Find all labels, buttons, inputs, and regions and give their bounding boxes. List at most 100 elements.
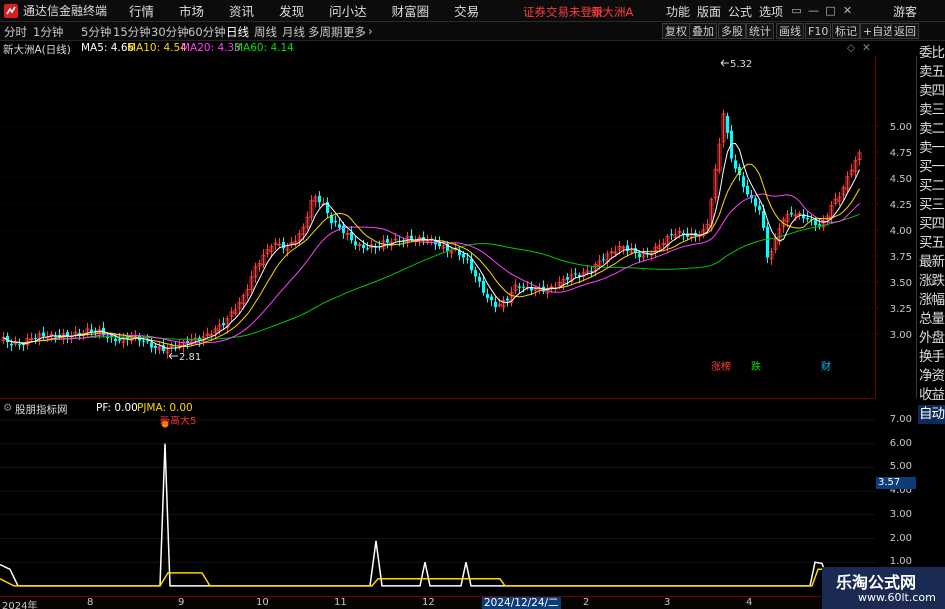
candle: [366, 248, 369, 250]
indicator-tick: 5.00: [889, 461, 912, 473]
tag-cai[interactable]: 财: [821, 360, 831, 373]
sidebar-item-9[interactable]: 买四: [918, 215, 945, 234]
menu-hangqing[interactable]: 行情: [129, 1, 154, 20]
current-indicator-value: 3.57: [876, 477, 916, 489]
date-label-2024: 2024年: [2, 601, 38, 609]
candle: [742, 176, 745, 187]
close-chart-icon[interactable]: ✕: [862, 42, 871, 54]
panel-divider[interactable]: [0, 398, 875, 399]
sidebar-item-2[interactable]: 卖四: [918, 82, 945, 101]
period-30min[interactable]: 30分钟: [151, 24, 189, 40]
btn-huaxian[interactable]: 画线: [776, 23, 804, 39]
candle: [518, 286, 521, 288]
menu-gongneng[interactable]: 功能: [666, 3, 690, 20]
period-5min[interactable]: 5分钟: [81, 24, 111, 40]
indicator-info-bar: ⚙ 股朋指标网 PF: 0.00 PJMA: 0.00: [0, 401, 875, 416]
menu-caifuquan[interactable]: 财富圈: [392, 1, 430, 20]
tag-die[interactable]: 跌: [751, 360, 761, 373]
period-more[interactable]: 更多: [343, 24, 366, 40]
candlesticks: [1, 109, 862, 359]
sidebar-item-8[interactable]: 买三: [918, 196, 945, 215]
period-1min[interactable]: 1分钟: [33, 24, 63, 40]
menu-banmian[interactable]: 版面: [697, 3, 721, 20]
menu-wenxiaoda[interactable]: 问小达: [329, 1, 367, 20]
restore-icon[interactable]: —: [805, 2, 822, 19]
close-icon[interactable]: ✕: [839, 2, 856, 19]
sidebar-item-11[interactable]: 最新: [918, 253, 945, 272]
candle: [470, 258, 473, 271]
sidebar-item-4[interactable]: 卖二: [918, 120, 945, 139]
sidebar-item-10[interactable]: 买五: [918, 234, 945, 253]
guest-label[interactable]: 游客: [893, 3, 917, 20]
sidebar-item-14[interactable]: 总量: [918, 310, 945, 329]
settings-icon[interactable]: ◇: [847, 42, 855, 54]
indicator-grid: [0, 419, 875, 563]
menu-jiaoyi[interactable]: 交易: [454, 1, 479, 20]
btn-tongji[interactable]: 统计: [746, 23, 774, 39]
minimize-icon[interactable]: ▭: [788, 2, 805, 19]
btn-biaoji[interactable]: 标记: [832, 23, 860, 39]
sidebar-item-13[interactable]: 涨幅: [918, 291, 945, 310]
candle: [746, 185, 749, 195]
maximize-icon[interactable]: □: [822, 2, 839, 19]
sidebar-item-6[interactable]: 买一: [918, 158, 945, 177]
candle: [602, 259, 605, 261]
ma60-value: MA60: 4.14: [234, 42, 294, 54]
sidebar-item-0[interactable]: 委比: [918, 44, 945, 63]
btn-diejia[interactable]: 叠加: [689, 23, 717, 39]
title-bar: 通达信金融终端 行情 市场 资讯 发现 问小达 财富圈 交易 证券交易未登录 新…: [0, 0, 945, 22]
event-tags: 涨榜 跌 财: [711, 360, 831, 373]
menu-zixun[interactable]: 资讯: [229, 1, 254, 20]
cursor-date: 2024/12/24/二: [482, 597, 561, 609]
candle: [478, 276, 481, 282]
sidebar-item-12[interactable]: 涨跌: [918, 272, 945, 291]
more-chevron-icon[interactable]: ›: [368, 24, 373, 38]
menu-faxian[interactable]: 发现: [279, 1, 304, 20]
sidebar-item-16[interactable]: 换手: [918, 348, 945, 367]
period-weekly[interactable]: 周线: [254, 24, 277, 40]
indicator-chart[interactable]: 新高大5: [0, 416, 875, 596]
sidebar-item-1[interactable]: 卖五: [918, 63, 945, 82]
price-tick: 3.50: [890, 278, 912, 289]
sidebar-item-19[interactable]: 自动: [918, 405, 945, 424]
sidebar-item-3[interactable]: 卖三: [918, 101, 945, 120]
chart-info-bar: 新大洲A(日线) MA5: 4.66 MA10: 4.54 MA20: 4.33…: [0, 41, 875, 56]
period-60min[interactable]: 60分钟: [188, 24, 226, 40]
btn-duogu[interactable]: 多股: [718, 23, 746, 39]
menu-gongshi[interactable]: 公式: [728, 3, 752, 20]
menu-xuanxiang[interactable]: 选项: [759, 3, 783, 20]
date-label-feb: 2: [583, 597, 590, 608]
btn-fuquan[interactable]: 复权: [662, 23, 690, 39]
sidebar-item-15[interactable]: 外盘: [918, 329, 945, 348]
candle: [154, 346, 157, 348]
watermark-title: 乐淘公式网: [836, 573, 917, 592]
period-fenshi[interactable]: 分时: [4, 24, 27, 40]
period-multi[interactable]: 多周期: [308, 24, 343, 40]
indicator-tick: 2.00: [889, 532, 912, 544]
price-tick: 4.50: [890, 174, 912, 185]
app-window: 通达信金融终端 行情 市场 资讯 发现 问小达 财富圈 交易 证券交易未登录 新…: [0, 0, 945, 609]
period-15min[interactable]: 15分钟: [113, 24, 151, 40]
tag-zhangbang[interactable]: 涨榜: [711, 360, 731, 373]
btn-fanhui[interactable]: 返回: [891, 23, 919, 39]
indicator-name[interactable]: 股朋指标网: [15, 402, 68, 417]
period-daily[interactable]: 日线: [226, 24, 249, 40]
sidebar-item-5[interactable]: 卖一: [918, 139, 945, 158]
kline-chart[interactable]: 5.00 4.75 4.50 4.25 4.00 3.75 3.50 3.25 3.00 5.3…: [0, 56, 945, 398]
high-marker: 5.32: [720, 59, 752, 70]
price-labels: 5.00 4.75 4.50 4.25 4.00 3.75 3.50 3.25 3.00: [875, 122, 912, 341]
candle: [726, 115, 729, 133]
signal-label: 新高大5: [160, 416, 196, 427]
indicator-tick: 1.00: [889, 556, 912, 568]
period-monthly[interactable]: 月线: [282, 24, 305, 40]
btn-f10[interactable]: F10: [805, 23, 832, 39]
candle: [806, 217, 809, 220]
app-title: 通达信金融终端: [23, 4, 108, 18]
candle: [482, 280, 485, 293]
indicator-settings-icon[interactable]: ⚙: [3, 402, 12, 414]
ma10-value: MA10: 4.54: [127, 42, 187, 54]
sidebar-item-17[interactable]: 净资: [918, 367, 945, 386]
sidebar-item-7[interactable]: 买二: [918, 177, 945, 196]
sidebar-item-18[interactable]: 收益: [918, 386, 945, 405]
menu-shichang[interactable]: 市场: [179, 1, 204, 20]
